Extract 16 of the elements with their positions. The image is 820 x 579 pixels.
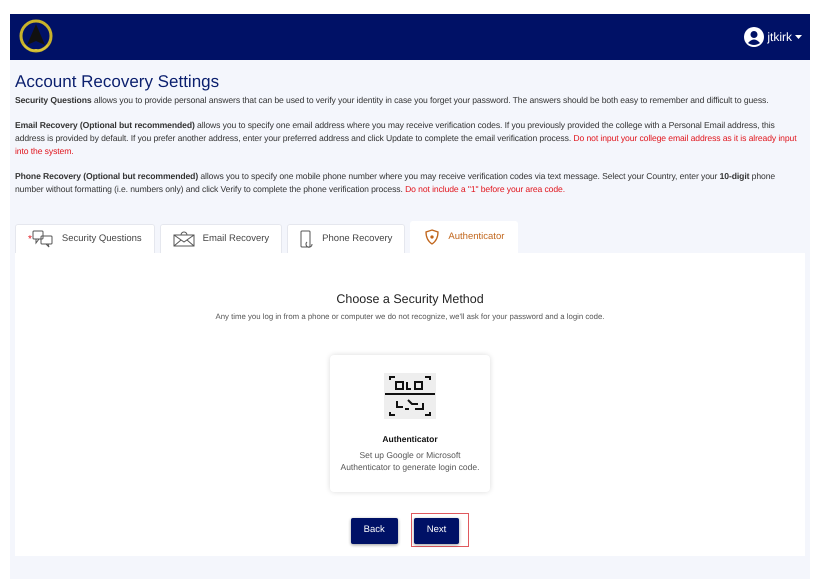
tab[interactable]: Email Recovery — [160, 224, 282, 253]
method-card[interactable]: Authenticator Set up Google or Microsoft Authenticator to generate login code. — [330, 355, 490, 492]
nav-button[interactable]: Next — [414, 518, 460, 544]
info-paragraph: Phone Recovery (Optional but recommended) allows you to specify one mobile phone number where you may receive verification codes via text message. Select your Country, enter your 10-digit phone number without formatting (i.e. numbers only) and click Verify to complete the phone verification process. Do not include a "1" before your area code. — [15, 170, 776, 196]
method-description: Set up Google or Microsoft Authenticator to generate login code. — [340, 449, 480, 474]
page-title: Account Recovery Settings — [15, 71, 220, 93]
tab[interactable]: Phone Recovery — [287, 224, 406, 253]
info-paragraph: Security Questions allows you to provide personal answers that can be used to verify your identity in case you forget your password. The answers should be both easy to remember and difficult to guess. — [15, 94, 770, 107]
info-paragraph: Email Recovery (Optional but recommended) allows you to specify one email address where you may receive verification codes. If you previously provided the college with a Personal Email address, this address is provided by default. If you prefer another address, enter your preferred address and click Update to complete the email verification process. Do not input your college email address as it is already input into the system. — [15, 119, 798, 158]
tab[interactable]: * Security Questions — [15, 224, 155, 253]
nav-button[interactable]: Back — [350, 518, 398, 544]
tab[interactable]: Authenticator — [410, 221, 518, 253]
required-mark: * — [28, 232, 32, 246]
user-menu[interactable]: jtkirk — [744, 27, 802, 47]
panel-heading: Choose a Security Method — [336, 291, 484, 308]
method-title: Authenticator — [382, 433, 438, 446]
